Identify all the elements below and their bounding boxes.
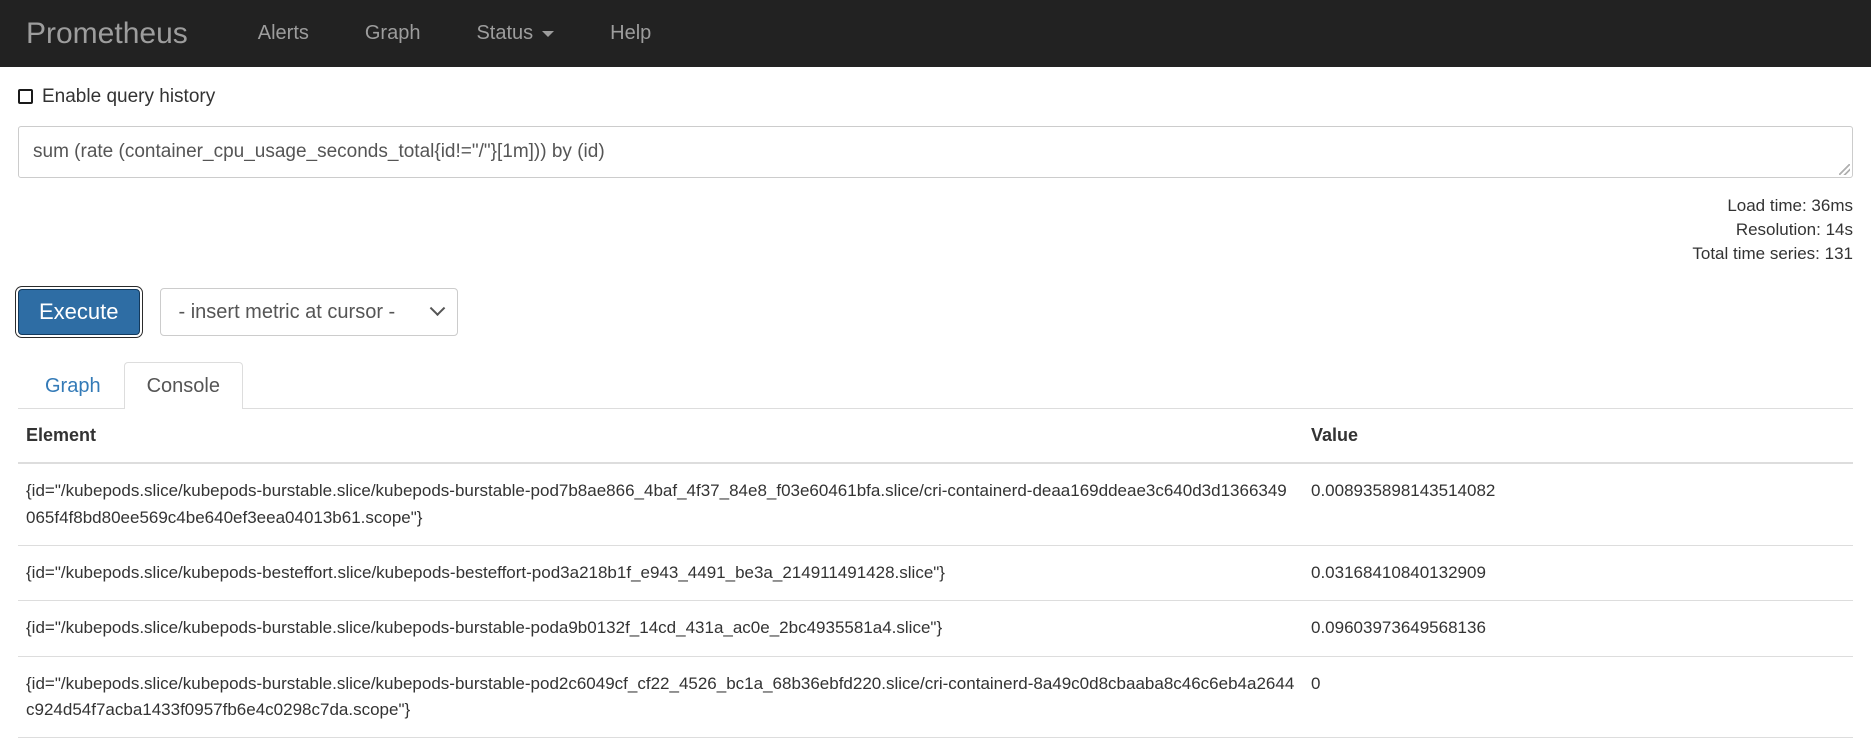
resize-handle-icon[interactable] <box>1839 164 1850 175</box>
stat-resolution: Resolution: 14s <box>1735 220 1853 240</box>
cell-element: {id="/kubepods.slice/kubepods-burstable.… <box>18 737 1303 745</box>
nav-item-graph[interactable]: Graph <box>337 22 449 45</box>
cell-value: 0 <box>1303 655 1853 738</box>
query-input-wrap: sum (rate (container_cpu_usage_seconds_t… <box>18 126 1853 178</box>
nav-item-label: Help <box>610 22 652 44</box>
table-row[interactable]: {id="/kubepods.slice/kubepods-burstable.… <box>18 600 1853 657</box>
stat-load-time: Load time: 36ms <box>1727 196 1853 215</box>
stat-total-time-series: Total time series: 131 <box>1692 244 1853 264</box>
column-header-value: Value <box>1303 409 1853 465</box>
brand-prometheus[interactable]: Prometheus <box>22 18 206 49</box>
nav-item-label: Alerts <box>257 22 309 44</box>
table-header-row: Element Value <box>18 409 1853 465</box>
cell-value: 0.008935898143514082 <box>1303 462 1853 546</box>
results-table-head: Element Value <box>18 409 1853 465</box>
cell-value: 0.09603973649568136 <box>1303 600 1853 657</box>
query-expression-text: sum (rate (container_cpu_usage_seconds_t… <box>33 141 605 162</box>
table-row[interactable]: {id="/kubepods.slice/kubepods-burstable.… <box>18 462 1853 546</box>
execute-button[interactable]: Execute <box>18 289 140 336</box>
nav-links: Alerts Graph Status Help <box>230 22 680 45</box>
nav-item-label: Graph <box>364 22 421 44</box>
nav-item-alerts[interactable]: Alerts <box>230 22 337 45</box>
enable-query-history-label: Enable query history <box>42 86 216 107</box>
table-row[interactable]: {id="/kubepods.slice/kubepods-burstable.… <box>18 655 1853 738</box>
insert-metric-select-value: - insert metric at cursor - <box>178 300 396 323</box>
tab-console[interactable]: Console <box>123 362 243 410</box>
column-header-element: Element <box>18 409 1303 465</box>
cell-element: {id="/kubepods.slice/kubepods-burstable.… <box>18 600 1303 657</box>
query-stats: Load time: 36ms Resolution: 14s Total ti… <box>18 194 1853 266</box>
query-controls: Execute - insert metric at cursor - <box>18 288 1853 337</box>
query-expression-input[interactable]: sum (rate (container_cpu_usage_seconds_t… <box>18 126 1853 178</box>
result-tabs: Graph Console <box>18 362 1853 410</box>
nav-item-label: Status <box>476 22 534 44</box>
table-row[interactable]: {id="/kubepods.slice/kubepods-besteffort… <box>18 545 1853 601</box>
top-navbar: Prometheus Alerts Graph Status Help <box>0 0 1871 67</box>
results-table: Element Value {id="/kubepods.slice/kubep… <box>18 409 1853 745</box>
nav-item-help[interactable]: Help <box>582 22 679 45</box>
cell-element: {id="/kubepods.slice/kubepods-burstable.… <box>18 655 1303 738</box>
insert-metric-select[interactable]: - insert metric at cursor - <box>159 288 458 337</box>
cell-element: {id="/kubepods.slice/kubepods-besteffort… <box>18 545 1303 601</box>
chevron-down-icon <box>429 300 445 316</box>
cell-value: 0 <box>1303 737 1853 745</box>
cell-element: {id="/kubepods.slice/kubepods-burstable.… <box>18 462 1303 546</box>
query-history-row: Enable query history <box>18 87 1853 106</box>
table-row[interactable]: {id="/kubepods.slice/kubepods-burstable.… <box>18 737 1853 745</box>
results-table-body: {id="/kubepods.slice/kubepods-burstable.… <box>18 462 1853 745</box>
cell-value: 0.03168410840132909 <box>1303 545 1853 601</box>
nav-item-status[interactable]: Status <box>448 22 582 45</box>
chevron-down-icon <box>542 30 555 37</box>
page-container: Enable query history sum (rate (containe… <box>0 87 1871 745</box>
tab-graph[interactable]: Graph <box>22 362 124 409</box>
enable-query-history-checkbox[interactable] <box>18 89 33 104</box>
